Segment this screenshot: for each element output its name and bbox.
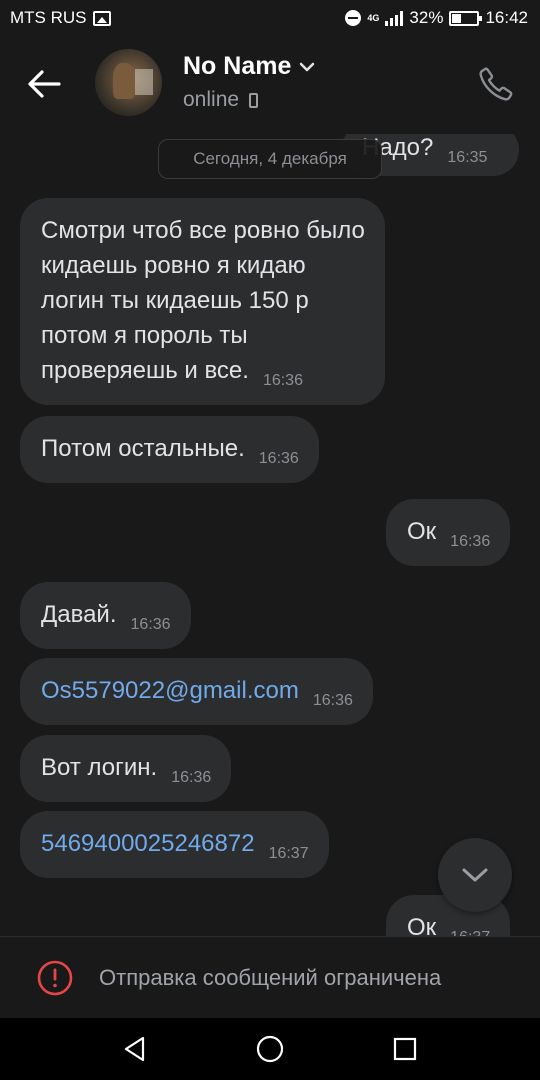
message-text: Вот логин. xyxy=(41,754,158,781)
email-link[interactable]: Os5579022@gmail.com xyxy=(41,677,299,704)
avatar[interactable] xyxy=(95,49,162,116)
contact-name[interactable]: No Name xyxy=(183,52,315,81)
contact-status: online xyxy=(183,88,259,112)
phone-icon xyxy=(479,67,513,101)
warning-icon xyxy=(37,960,73,996)
message-time: 16:37 xyxy=(268,845,309,862)
photo-notification-icon xyxy=(92,10,111,26)
message-bubble-outgoing[interactable]: Ок 16:36 xyxy=(386,499,511,566)
message-text: Ок xyxy=(407,518,437,545)
scroll-to-bottom-button[interactable] xyxy=(438,838,512,912)
message-text: Смотри чтоб все ровно было кидаешь ровно… xyxy=(41,217,365,384)
message-bubble-incoming[interactable]: Потом остальные. 16:36 xyxy=(20,416,319,483)
message-bubble-incoming[interactable]: Смотри чтоб все ровно было кидаешь ровно… xyxy=(20,198,385,405)
network-type-label: 4G xyxy=(367,12,380,23)
nav-recents-button[interactable] xyxy=(388,1032,422,1066)
message-bubble-incoming[interactable]: 5469400025246872 16:37 xyxy=(20,811,329,878)
chevron-down-icon xyxy=(300,62,315,71)
message-text: Ок xyxy=(407,914,437,936)
message-time: 16:36 xyxy=(171,769,212,786)
do-not-disturb-icon xyxy=(345,10,362,26)
message-time: 16:36 xyxy=(130,616,171,633)
message-time: 16:36 xyxy=(262,372,303,389)
message-text: Давай. xyxy=(41,601,117,628)
contact-name-label: No Name xyxy=(183,52,292,80)
circle-home-icon xyxy=(256,1035,284,1063)
message-time: 16:36 xyxy=(450,533,491,550)
carrier-label: MTS RUS xyxy=(10,8,87,27)
back-button[interactable] xyxy=(22,62,66,106)
restriction-message: Отправка сообщений ограничена xyxy=(99,965,442,990)
nav-back-button[interactable] xyxy=(118,1032,152,1066)
status-bar: MTS RUS 4G 32% 16:42 xyxy=(0,0,540,34)
arrow-left-icon xyxy=(28,70,61,98)
contact-status-label: online xyxy=(183,88,240,111)
chevron-down-icon xyxy=(462,868,488,882)
number-link[interactable]: 5469400025246872 xyxy=(41,830,255,857)
messaging-restricted-bar: Отправка сообщений ограничена xyxy=(0,936,540,1018)
mobile-device-icon xyxy=(249,92,259,108)
system-navigation-bar xyxy=(0,1018,540,1080)
date-separator: Сегодня, 4 декабря xyxy=(158,139,382,179)
square-recents-icon xyxy=(393,1037,417,1061)
nav-home-button[interactable] xyxy=(253,1032,287,1066)
message-bubble-incoming[interactable]: Os5579022@gmail.com 16:36 xyxy=(20,658,373,725)
message-bubble-incoming[interactable]: Давай. 16:36 xyxy=(20,582,191,649)
battery-charging-icon xyxy=(449,10,483,26)
message-bubble-incoming[interactable]: Вот логин. 16:36 xyxy=(20,735,232,802)
message-time: 16:36 xyxy=(312,692,353,709)
call-button[interactable] xyxy=(474,62,518,106)
message-time: 16:37 xyxy=(450,920,490,936)
clock: 16:42 xyxy=(485,8,528,27)
triangle-back-icon xyxy=(124,1036,145,1062)
message-time: 16:36 xyxy=(258,450,299,467)
message-text: Потом остальные. xyxy=(41,435,245,462)
signal-icon xyxy=(385,10,404,26)
battery-percent: 32% xyxy=(409,8,444,27)
message-list[interactable]: Надо? 16:35 Сегодня, 4 декабря Смотри что… xyxy=(0,134,540,936)
message-time: 16:35 xyxy=(447,149,488,166)
chat-header: No Name online xyxy=(0,34,540,134)
